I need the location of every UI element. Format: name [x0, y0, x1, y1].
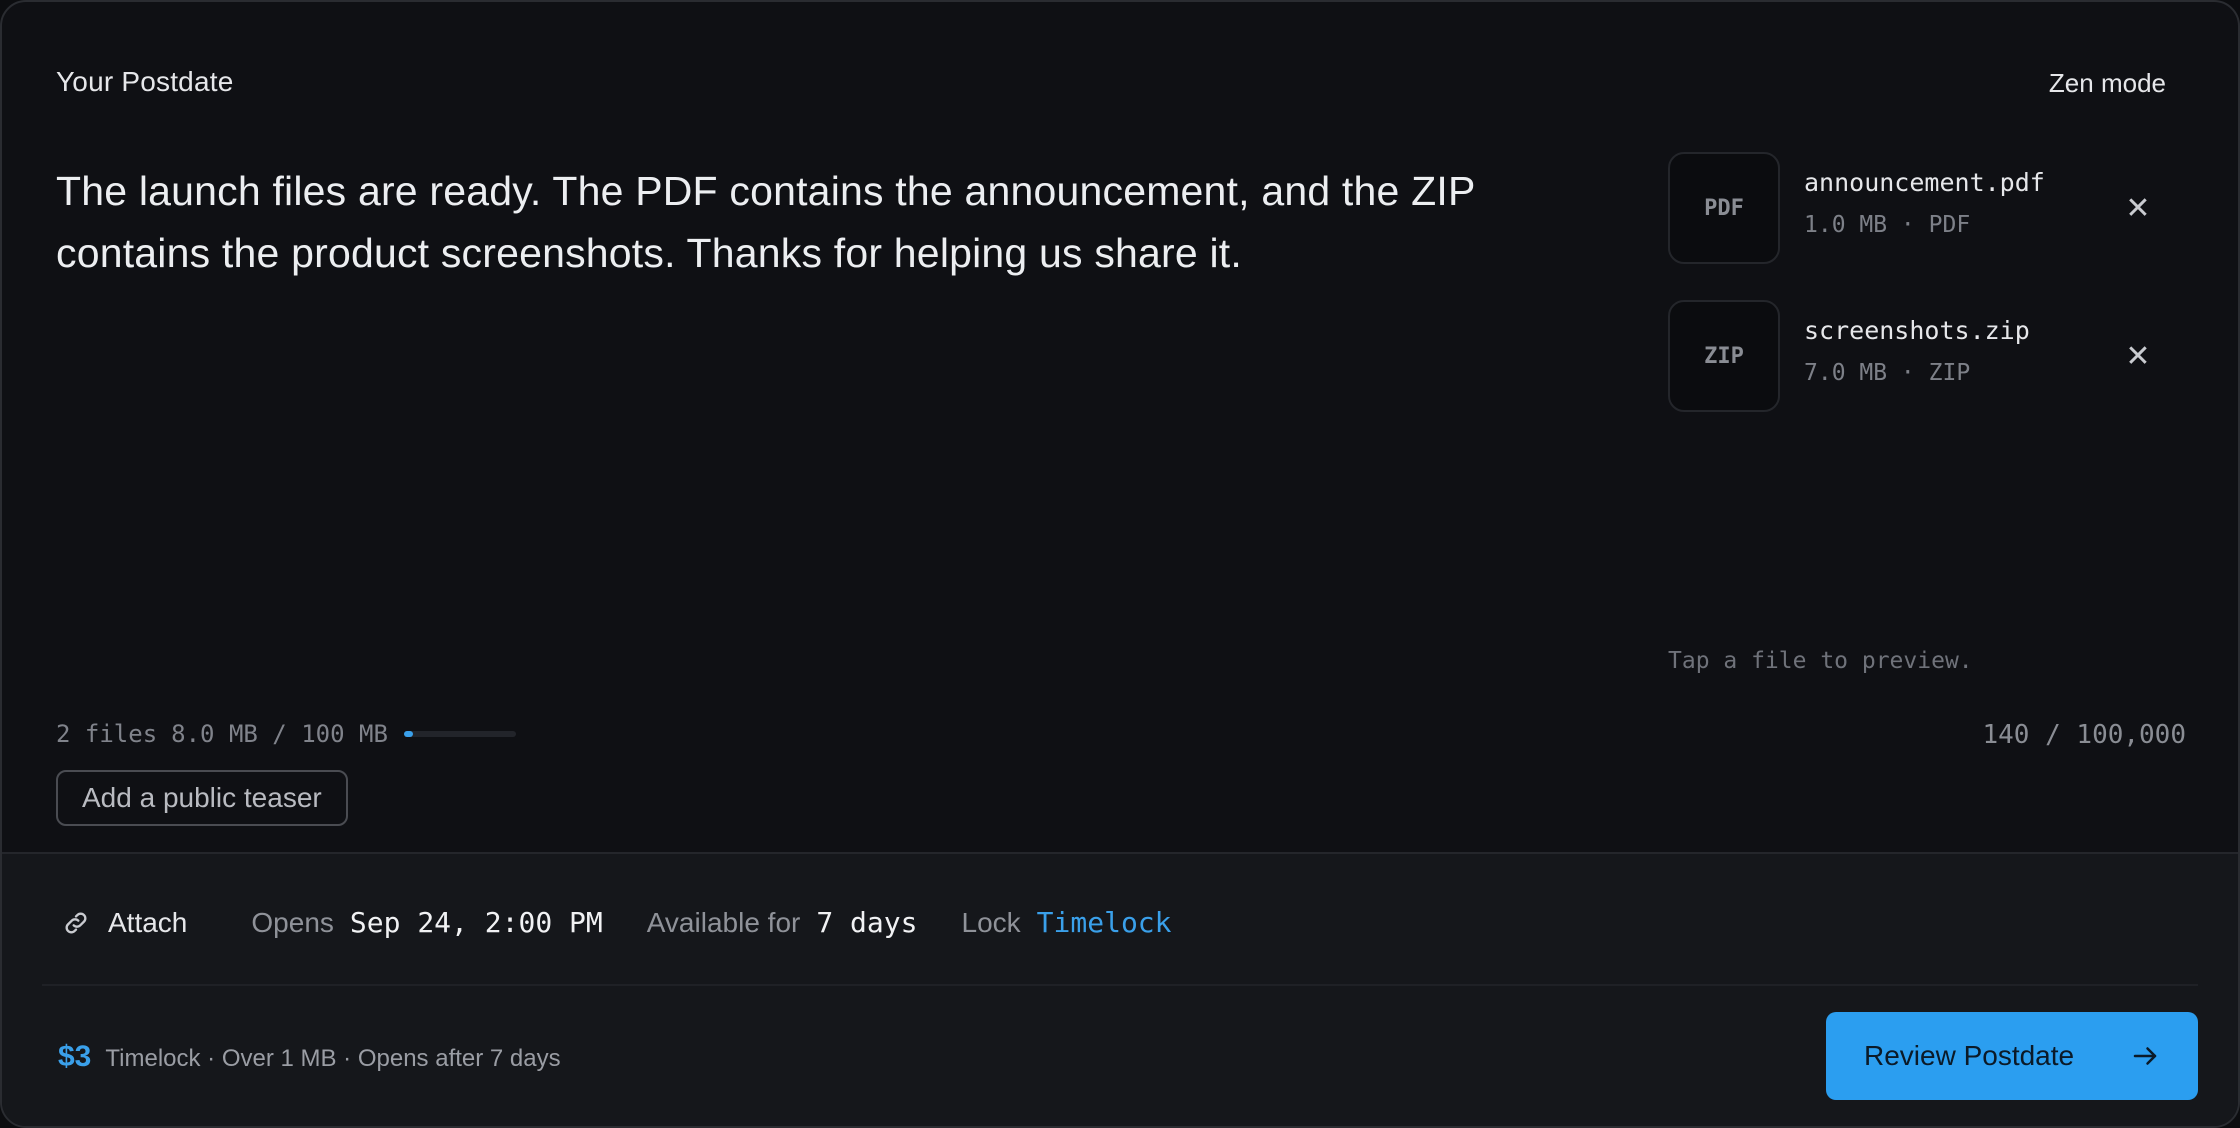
file-meta: 1.0 MB · PDF: [1804, 212, 1971, 238]
attach-button[interactable]: Attach: [62, 907, 187, 939]
available-value: 7 days: [816, 906, 918, 939]
file-meta: 7.0 MB · ZIP: [1804, 360, 1971, 386]
opens-value: Sep 24, 2:00 PM: [349, 906, 603, 939]
lock-selector[interactable]: Lock Timelock: [962, 906, 1172, 939]
file-name: announcement.pdf: [1804, 168, 2045, 197]
file-thumbnail: ZIP: [1668, 300, 1780, 412]
composer-footer: Attach Opens Sep 24, 2:00 PM Available f…: [2, 852, 2238, 1126]
storage-progress-fill: [403, 731, 413, 737]
review-postdate-button[interactable]: Review Postdate: [1826, 1012, 2198, 1100]
attachment-item-pdf[interactable]: PDF announcement.pdf 1.0 MB · PDF ✕: [1668, 152, 2188, 264]
attachment-item-zip[interactable]: ZIP screenshots.zip 7.0 MB · ZIP ✕: [1668, 300, 2188, 412]
message-textarea[interactable]: The launch files are ready. The PDF cont…: [56, 160, 1616, 284]
lock-value: Timelock: [1036, 906, 1172, 939]
price-summary: $3 Timelock · Over 1 MB · Opens after 7 …: [58, 1040, 561, 1074]
composer-area: Your Postdate Zen mode The launch files …: [2, 2, 2238, 852]
remove-file-button[interactable]: ✕: [2118, 188, 2158, 228]
arrow-right-icon: [2133, 1047, 2157, 1065]
attach-label: Attach: [108, 906, 188, 938]
paperclip-icon: [65, 912, 87, 933]
zen-mode-button[interactable]: Zen mode: [2049, 68, 2166, 99]
lock-label: Lock: [961, 906, 1021, 938]
available-label: Available for: [646, 906, 801, 938]
add-public-teaser-button[interactable]: Add a public teaser: [56, 770, 348, 826]
remove-file-button[interactable]: ✕: [2118, 336, 2158, 376]
preview-hint: Tap a file to preview.: [1668, 648, 1973, 674]
price-amount: $3: [58, 1040, 92, 1073]
opens-label: Opens: [251, 906, 334, 938]
storage-usage: 2 files 8.0 MB / 100 MB: [56, 720, 516, 748]
footer-divider: [42, 984, 2198, 986]
availability-selector[interactable]: Available for 7 days: [647, 906, 918, 939]
file-name: screenshots.zip: [1804, 316, 2030, 345]
file-count: 2 files: [56, 720, 158, 748]
price-description: Timelock · Over 1 MB · Opens after 7 day…: [105, 1045, 561, 1072]
character-count: 140 / 100,000: [1982, 720, 2187, 750]
close-icon: ✕: [2125, 339, 2151, 373]
opens-date-picker[interactable]: Opens Sep 24, 2:00 PM: [251, 906, 602, 939]
options-toolbar: Attach Opens Sep 24, 2:00 PM Available f…: [62, 906, 1216, 939]
postdate-composer: Your Postdate Zen mode The launch files …: [0, 0, 2240, 1128]
close-icon: ✕: [2125, 191, 2151, 225]
page-title: Your Postdate: [56, 66, 234, 97]
attachment-list: PDF announcement.pdf 1.0 MB · PDF ✕ ZIP …: [1668, 152, 2188, 448]
file-thumbnail: PDF: [1668, 152, 1780, 264]
storage-amount: 8.0 MB / 100 MB: [171, 720, 388, 748]
review-button-label: Review Postdate: [1864, 1040, 2075, 1071]
storage-progress-bar: [403, 731, 516, 737]
